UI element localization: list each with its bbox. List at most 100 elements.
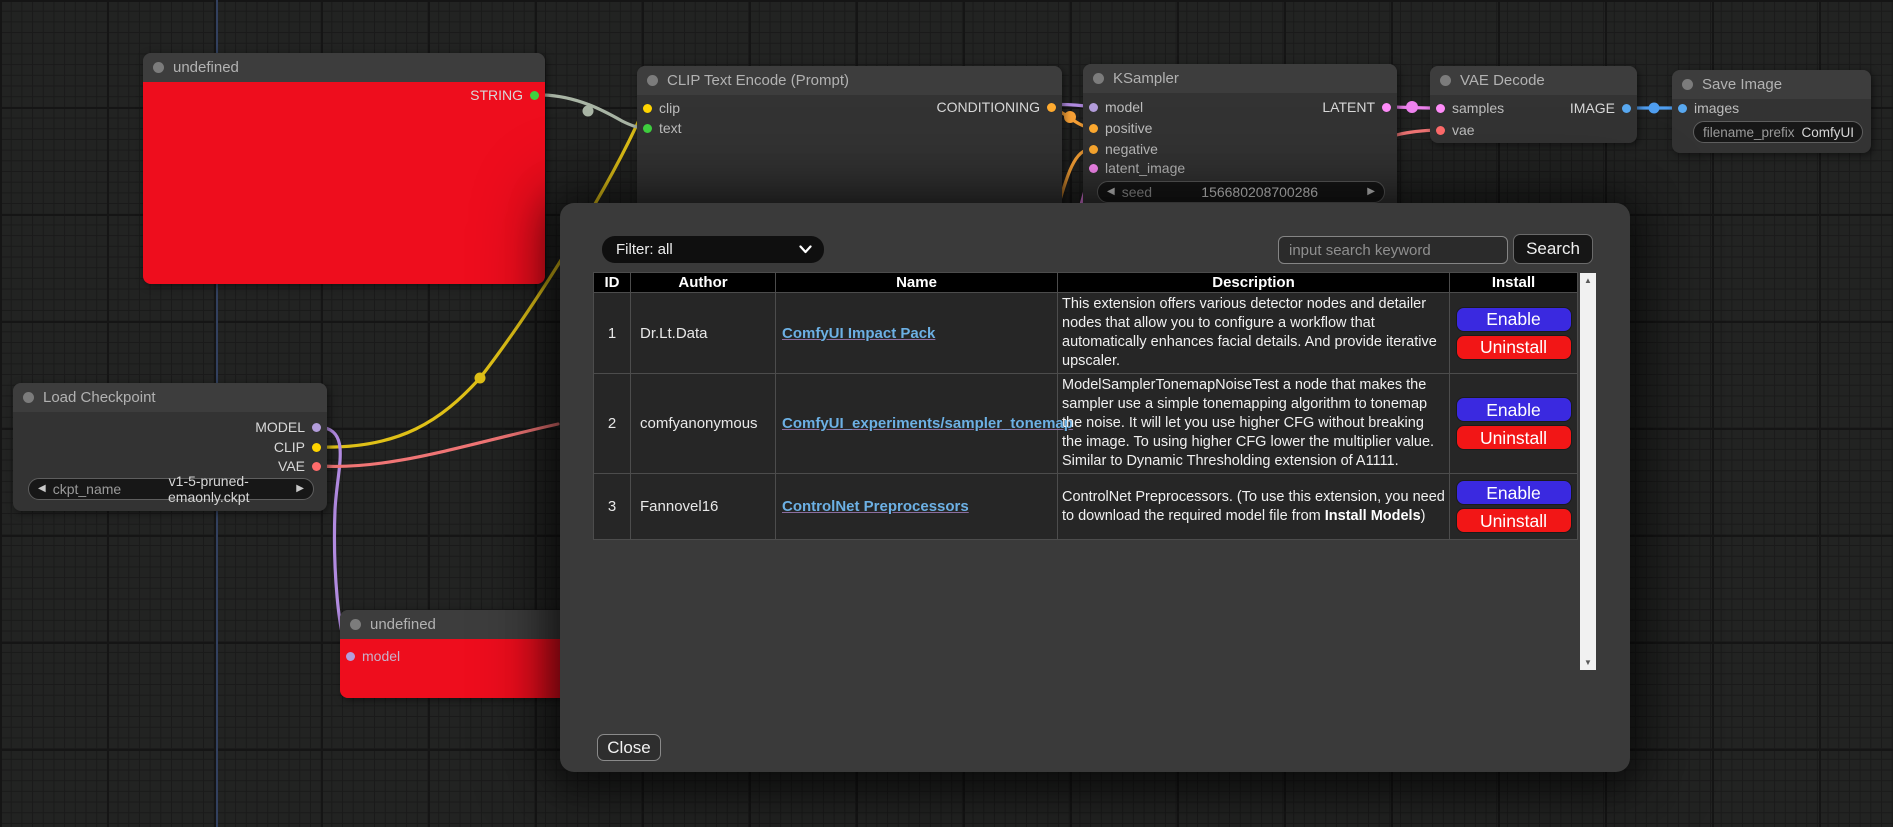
input-slot-samples[interactable]: samples <box>1436 100 1504 116</box>
enable-button[interactable]: Enable <box>1456 397 1572 422</box>
input-slot-positive[interactable]: positive <box>1089 120 1152 136</box>
slot-dot-vae[interactable] <box>312 462 321 471</box>
slot-dot-model[interactable] <box>312 423 321 432</box>
slot-label: text <box>659 120 682 136</box>
enable-button[interactable]: Enable <box>1456 480 1572 505</box>
node-title: VAE Decode <box>1460 72 1545 89</box>
slot-dot-image[interactable] <box>1622 104 1631 113</box>
node-save-image[interactable]: Save Image images filename_prefix ComfyU… <box>1672 70 1871 153</box>
search-input[interactable] <box>1278 236 1508 264</box>
slot-dot-conditioning[interactable] <box>1047 103 1056 112</box>
filter-select[interactable]: Filter: all <box>602 236 824 263</box>
slot-label: vae <box>1452 122 1475 138</box>
chevron-down-icon <box>799 245 812 254</box>
collapse-dot-icon[interactable] <box>1440 75 1451 86</box>
col-header-id: ID <box>594 273 631 293</box>
slot-label: CLIP <box>274 439 305 455</box>
node-load-checkpoint[interactable]: Load Checkpoint MODEL CLIP VAE ◀ ckpt_na… <box>13 383 327 511</box>
close-button[interactable]: Close <box>597 734 661 761</box>
slot-dot-model[interactable] <box>346 652 355 661</box>
node-title: Save Image <box>1702 76 1782 93</box>
increment-arrow-icon[interactable]: ▶ <box>296 484 304 494</box>
slot-dot-positive[interactable] <box>1089 124 1098 133</box>
input-slot-text[interactable]: text <box>643 120 682 136</box>
uninstall-button[interactable]: Uninstall <box>1456 425 1572 450</box>
slot-label: model <box>362 648 400 664</box>
cell-id: 1 <box>594 293 631 374</box>
slot-dot-latent-image[interactable] <box>1089 164 1098 173</box>
uninstall-button[interactable]: Uninstall <box>1456 335 1572 360</box>
node-title: undefined <box>173 59 239 76</box>
slot-label: negative <box>1105 141 1158 157</box>
slot-dot-samples[interactable] <box>1436 104 1445 113</box>
slot-label: LATENT <box>1322 99 1375 115</box>
slot-dot-negative[interactable] <box>1089 145 1098 154</box>
uninstall-button[interactable]: Uninstall <box>1456 508 1572 533</box>
cell-id: 3 <box>594 474 631 540</box>
node-header[interactable]: KSampler <box>1083 64 1397 93</box>
output-slot-image[interactable]: IMAGE <box>1570 100 1631 116</box>
scroll-down-icon[interactable]: ▼ <box>1580 655 1596 670</box>
collapse-dot-icon[interactable] <box>647 75 658 86</box>
node-header[interactable]: undefined <box>143 53 545 82</box>
enable-button[interactable]: Enable <box>1456 307 1572 332</box>
node-header[interactable]: CLIP Text Encode (Prompt) <box>637 66 1062 95</box>
output-slot-latent[interactable]: LATENT <box>1322 99 1391 115</box>
slot-dot-latent[interactable] <box>1382 103 1391 112</box>
output-slot-model[interactable]: MODEL <box>255 419 321 435</box>
extension-link[interactable]: ComfyUI Impact Pack <box>782 325 935 342</box>
node-title: Load Checkpoint <box>43 389 156 406</box>
cell-description: ControlNet Preprocessors. (To use this e… <box>1058 474 1450 540</box>
slot-label: CONDITIONING <box>937 99 1040 115</box>
extension-link[interactable]: ControlNet Preprocessors <box>782 498 969 515</box>
extension-table: ID Author Name Description Install 1 Dr.… <box>593 272 1578 540</box>
input-slot-latent-image[interactable]: latent_image <box>1089 160 1185 176</box>
collapse-dot-icon[interactable] <box>1093 73 1104 84</box>
decrement-arrow-icon[interactable]: ◀ <box>38 484 46 494</box>
output-slot-clip[interactable]: CLIP <box>274 439 321 455</box>
input-slot-negative[interactable]: negative <box>1089 141 1158 157</box>
table-scrollbar[interactable]: ▲ ▼ <box>1580 273 1596 670</box>
slot-dot-vae[interactable] <box>1436 126 1445 135</box>
node-title: KSampler <box>1113 70 1179 87</box>
input-slot-vae[interactable]: vae <box>1436 122 1475 138</box>
input-slot-model[interactable]: model <box>1089 99 1143 115</box>
node-header[interactable]: Load Checkpoint <box>13 383 327 412</box>
increment-arrow-icon[interactable]: ▶ <box>1367 187 1375 197</box>
input-slot-model[interactable]: model <box>346 648 400 664</box>
filename-prefix-widget[interactable]: filename_prefix ComfyUI <box>1693 121 1863 143</box>
output-slot-conditioning[interactable]: CONDITIONING <box>937 99 1056 115</box>
slot-dot-model[interactable] <box>1089 103 1098 112</box>
table-header-row: ID Author Name Description Install <box>594 273 1578 293</box>
slot-dot-clip[interactable] <box>643 104 652 113</box>
collapse-dot-icon[interactable] <box>1682 79 1693 90</box>
ckpt-name-widget[interactable]: ◀ ckpt_name v1-5-pruned-emaonly.ckpt ▶ <box>28 478 314 500</box>
cell-description: ModelSamplerTonemapNoiseTest a node that… <box>1058 374 1450 474</box>
node-undefined-top[interactable]: undefined STRING <box>143 53 545 284</box>
node-header[interactable]: VAE Decode <box>1430 66 1637 95</box>
collapse-dot-icon[interactable] <box>23 392 34 403</box>
cell-author: Dr.Lt.Data <box>631 293 776 374</box>
output-slot-vae[interactable]: VAE <box>278 458 321 474</box>
slot-dot-string[interactable] <box>530 91 539 100</box>
extension-link[interactable]: ComfyUI_experiments/sampler_tonemap <box>782 415 1073 432</box>
seed-widget[interactable]: ◀ seed 156680208700286 ▶ <box>1097 181 1385 203</box>
scroll-up-icon[interactable]: ▲ <box>1580 273 1596 288</box>
collapse-dot-icon[interactable] <box>350 619 361 630</box>
slot-label: STRING <box>470 87 523 103</box>
collapse-dot-icon[interactable] <box>153 62 164 73</box>
input-slot-clip[interactable]: clip <box>643 100 680 116</box>
input-slot-images[interactable]: images <box>1678 100 1739 116</box>
slot-dot-text[interactable] <box>643 124 652 133</box>
node-vae-decode[interactable]: VAE Decode samples vae IMAGE <box>1430 66 1637 143</box>
cell-author: comfyanonymous <box>631 374 776 474</box>
filter-select-value: Filter: all <box>616 241 799 258</box>
table-row: 3 Fannovel16 ControlNet Preprocessors Co… <box>594 474 1578 540</box>
output-slot-string[interactable]: STRING <box>470 87 539 103</box>
search-button[interactable]: Search <box>1513 234 1593 264</box>
slot-dot-clip[interactable] <box>312 443 321 452</box>
decrement-arrow-icon[interactable]: ◀ <box>1107 187 1115 197</box>
extension-table-container: ID Author Name Description Install 1 Dr.… <box>593 272 1596 671</box>
node-header[interactable]: Save Image <box>1672 70 1871 99</box>
slot-dot-images[interactable] <box>1678 104 1687 113</box>
